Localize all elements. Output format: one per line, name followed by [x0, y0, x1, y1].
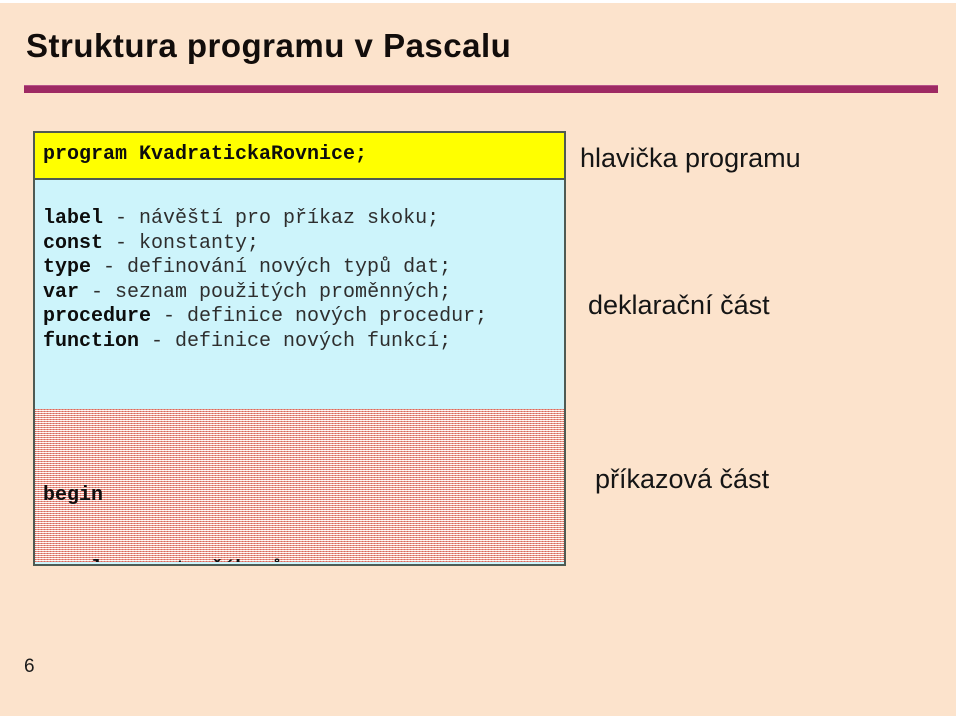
- declaration-description: - definice nových procedur;: [151, 305, 488, 328]
- declaration-keyword: const: [43, 231, 104, 255]
- declaration-keyword: type: [43, 256, 92, 279]
- program-header-block: program KvadratickaRovnice;: [35, 133, 564, 180]
- statement-row: posloupnost příkazů: [43, 558, 307, 563]
- annotation-statement-part: příkazová část: [595, 464, 770, 494]
- declaration-lines: label - návěští pro příkaz skoku; const …: [43, 207, 487, 354]
- annotation-declaration-part: deklarační část: [588, 290, 770, 320]
- declaration-keyword: procedure: [43, 305, 152, 328]
- declaration-description: - konstanty;: [103, 231, 260, 255]
- statement-block: begin posloupnost příkazů oddělených stř…: [35, 409, 564, 562]
- declaration-description: - seznam použitých proměnných;: [79, 280, 452, 304]
- annotation-program-header: hlavička programu: [580, 143, 801, 173]
- declaration-row: function - definice nových funkcí;: [43, 330, 487, 355]
- declaration-row: procedure - definice nových procedur;: [43, 305, 487, 330]
- slide: Struktura programu v Pascalu program Kva…: [0, 0, 960, 716]
- statement-row: begin: [43, 484, 104, 507]
- right-gutter: [956, 0, 960, 716]
- declaration-keyword: var: [43, 280, 80, 304]
- statement-lines: begin posloupnost příkazů oddělených stř…: [43, 435, 307, 562]
- pascal-program-structure-diagram: program KvadratickaRovnice; label - návě…: [33, 131, 566, 566]
- top-gutter: [0, 0, 960, 3]
- declaration-block: label - návěští pro příkaz skoku; const …: [35, 180, 564, 409]
- declaration-row: const - konstanty;: [43, 232, 487, 257]
- page-number: 6: [24, 656, 35, 677]
- declaration-description: - definice nových funkcí;: [139, 329, 452, 353]
- declaration-keyword: function: [43, 329, 140, 353]
- declaration-description: - definování nových typů dat;: [91, 256, 452, 279]
- page-title: Struktura programu v Pascalu: [26, 27, 512, 64]
- program-header-line: program KvadratickaRovnice;: [43, 143, 368, 166]
- declaration-row: label - návěští pro příkaz skoku;: [43, 207, 487, 232]
- declaration-row: type - definování nových typů dat;: [43, 256, 487, 281]
- title-divider-rule: [24, 85, 938, 93]
- declaration-row: var - seznam použitých proměnných;: [43, 281, 487, 306]
- declaration-description: - návěští pro příkaz skoku;: [103, 207, 440, 230]
- declaration-keyword: label: [43, 207, 104, 230]
